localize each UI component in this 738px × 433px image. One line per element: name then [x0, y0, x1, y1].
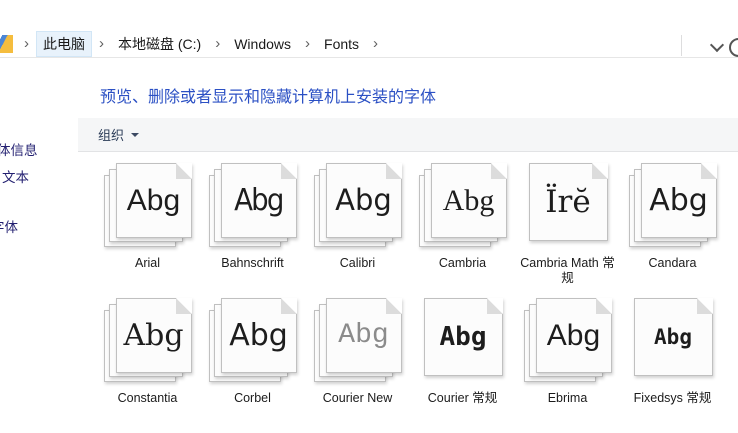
toolbar: 组织 [78, 118, 738, 152]
font-preview-text: Abg [127, 186, 180, 216]
font-tile-bahnschrift[interactable]: Abg Bahnschrift [200, 163, 305, 298]
organize-label: 组织 [98, 125, 124, 144]
font-preview-text: Abg [547, 321, 600, 351]
breadcrumb-item-this-pc[interactable]: 此电脑 [36, 31, 92, 57]
sidebar-link-cleartype-text[interactable]: 文本 [2, 166, 29, 186]
font-stack-icon: Abg [628, 163, 718, 250]
font-stack-icon: Abg [103, 163, 193, 250]
font-tile-constantia[interactable]: Abg Constantia [95, 298, 200, 433]
font-preview-text: Abg [443, 186, 495, 216]
font-stack-icon: Abg [103, 298, 193, 385]
font-stack-icon: Abg [208, 163, 298, 250]
font-tile-arial[interactable]: Abg Arial [95, 163, 200, 298]
font-label: Candara [649, 256, 697, 271]
address-bar-border [0, 57, 738, 58]
font-tile-fixedsys[interactable]: Abg Fixedsys 常规 [620, 298, 725, 433]
font-preview-text: Abg [654, 327, 692, 348]
font-preview-text: Abg [649, 186, 708, 216]
font-tile-courier-new[interactable]: Abg Courier New [305, 298, 410, 433]
font-label: Calibri [340, 256, 375, 271]
font-single-page-icon: Ïrĕ [523, 163, 613, 250]
font-preview-text: Abg [123, 321, 183, 351]
font-preview-text: Abg [234, 186, 282, 216]
font-label: Fixedsys 常规 [634, 391, 712, 406]
breadcrumb-item-local-disk-c[interactable]: 本地磁盘 (C:) [111, 31, 208, 57]
font-label: Constantia [118, 391, 178, 406]
font-label: Cambria Math 常规 [518, 256, 618, 286]
font-stack-icon: Abg [523, 298, 613, 385]
breadcrumb-item-fonts[interactable]: Fonts [317, 33, 366, 55]
font-tile-corbel[interactable]: Abg Corbel [200, 298, 305, 433]
font-label: Corbel [234, 391, 271, 406]
breadcrumb-separator-icon[interactable]: › [99, 36, 104, 51]
font-preview-text: Abg [338, 322, 388, 350]
font-label: Courier New [323, 391, 392, 406]
font-stack-icon: Abg [313, 298, 403, 385]
font-tile-candara[interactable]: Abg Candara [620, 163, 725, 298]
font-label: Cambria [439, 256, 486, 271]
font-label: Arial [135, 256, 160, 271]
font-tile-cambria-math[interactable]: Ïrĕ Cambria Math 常规 [515, 163, 620, 298]
font-label: Courier 常规 [428, 391, 497, 406]
breadcrumb-separator-icon: › [24, 36, 29, 51]
font-preview-text: Abg [335, 186, 392, 215]
font-label: Ebrima [548, 391, 588, 406]
font-single-page-icon: Abg [418, 298, 508, 385]
font-tile-calibri[interactable]: Abg Calibri [305, 163, 410, 298]
font-label: Bahnschrift [221, 256, 284, 271]
breadcrumb-separator-icon[interactable]: › [215, 36, 220, 51]
organize-button[interactable]: 组织 [98, 125, 139, 144]
address-bar[interactable]: › 此电脑 › 本地磁盘 (C:) › Windows › Fonts › [0, 30, 738, 57]
font-tile-cambria[interactable]: Abg Cambria [410, 163, 515, 298]
fonts-folder-icon [0, 35, 13, 53]
font-grid: Abg Arial Abg Bahnschrift Abg Calibri Ab… [95, 163, 725, 433]
breadcrumb-item-windows[interactable]: Windows [227, 33, 298, 55]
sidebar-link-font-information[interactable]: 体信息 [0, 139, 38, 159]
font-preview-text: Abg [440, 324, 487, 350]
breadcrumb-separator-icon[interactable]: › [305, 36, 310, 51]
page-title: 预览、删除或者显示和隐藏计算机上安装的字体 [100, 83, 436, 107]
font-tile-courier[interactable]: Abg Courier 常规 [410, 298, 515, 433]
font-single-page-icon: Abg [628, 298, 718, 385]
sidebar-link-download-fonts[interactable]: 字体 [0, 216, 18, 236]
font-stack-icon: Abg [313, 163, 403, 250]
address-bar-divider [681, 35, 682, 56]
breadcrumb-separator-icon[interactable]: › [373, 36, 378, 51]
chevron-down-icon [131, 133, 139, 137]
font-tile-ebrima[interactable]: Abg Ebrima [515, 298, 620, 433]
font-stack-icon: Abg [208, 298, 298, 385]
font-preview-text: Ïrĕ [545, 187, 590, 218]
font-preview-text: Abg [229, 321, 288, 351]
font-stack-icon: Abg [418, 163, 508, 250]
